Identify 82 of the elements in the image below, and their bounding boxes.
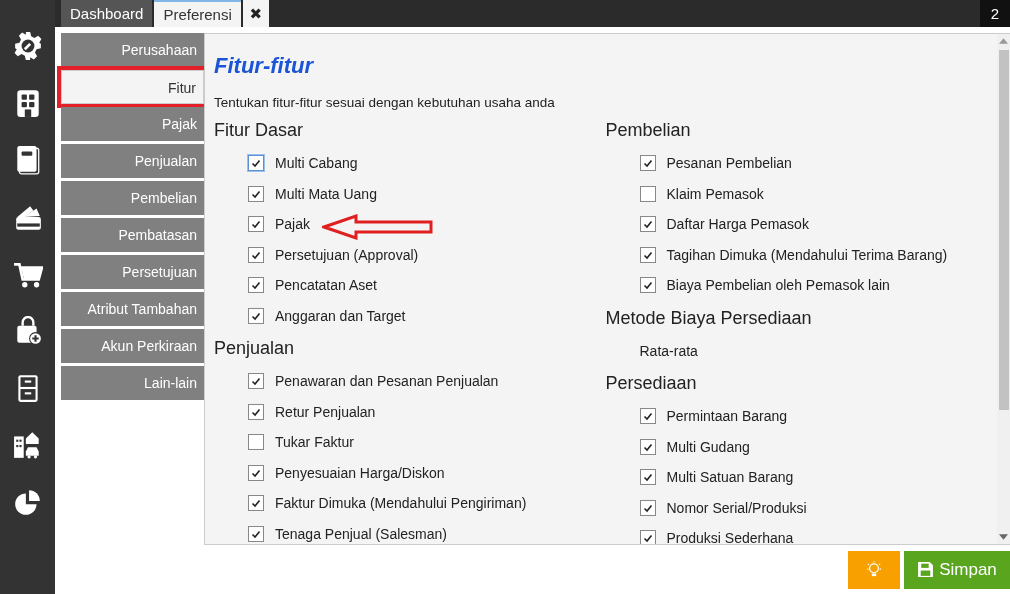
menu-item[interactable]: Pembatasan bbox=[61, 218, 204, 252]
description: Tentukan fitur-fitur sesuai dengan kebutuhan usaha anda bbox=[214, 94, 556, 112]
checkbox-label: Pencatatan Aset bbox=[275, 277, 377, 294]
menu-item[interactable]: Persetujuan bbox=[61, 255, 204, 289]
checkbox-label: Tagihan Dimuka (Mendahului Terima Barang) bbox=[666, 246, 948, 263]
menu-item[interactable]: Penjualan bbox=[61, 144, 204, 178]
checkbox[interactable] bbox=[639, 530, 656, 544]
checkbox-label: Multi Cabang bbox=[275, 155, 358, 172]
checkbox[interactable] bbox=[639, 469, 656, 486]
check-icon bbox=[641, 532, 654, 544]
checkbox[interactable] bbox=[248, 403, 264, 420]
section-heading: Metode Biaya Persediaan bbox=[605, 306, 813, 330]
checkbox-label: Permintaan Barang bbox=[666, 408, 788, 425]
checkbox[interactable] bbox=[248, 464, 264, 481]
check-icon bbox=[641, 471, 654, 484]
menu-item[interactable]: Akun Perkiraan bbox=[61, 329, 204, 363]
checkbox[interactable] bbox=[248, 246, 264, 263]
checkbox-label: Daftar Harga Pemasok bbox=[666, 216, 809, 233]
save-button[interactable]: Simpan bbox=[904, 550, 1010, 589]
checkbox-label: Pesanan Pembelian bbox=[666, 155, 792, 172]
scrollbar[interactable] bbox=[997, 34, 1010, 544]
checkbox[interactable] bbox=[248, 185, 264, 202]
checkbox[interactable] bbox=[639, 246, 656, 263]
checkbox-label: Tenaga Penjual (Salesman) bbox=[275, 525, 447, 542]
checkbox-label: Nomor Serial/Produksi bbox=[666, 499, 807, 516]
checkbox-label: Pajak bbox=[275, 216, 311, 233]
checkbox[interactable] bbox=[639, 185, 656, 202]
checkbox-label: Faktur Dimuka (Mendahului Pengiriman) bbox=[275, 495, 527, 512]
close-tab-button[interactable]: ✖ bbox=[242, 0, 269, 27]
check-icon bbox=[250, 375, 262, 388]
checkbox-label: Multi Gudang bbox=[666, 438, 750, 455]
check-icon bbox=[641, 279, 654, 292]
checkbox[interactable] bbox=[248, 495, 264, 512]
checkbox-label: Produksi Sederhana bbox=[666, 530, 794, 544]
menu-item[interactable]: Pembelian bbox=[61, 181, 204, 215]
method-value: Rata-rata bbox=[639, 342, 698, 359]
scroll-down-icon[interactable] bbox=[999, 534, 1008, 540]
checkbox[interactable] bbox=[248, 525, 264, 542]
checkbox-label: Multi Satuan Barang bbox=[666, 469, 794, 486]
lightbulb-icon bbox=[867, 560, 881, 579]
checkbox[interactable] bbox=[248, 155, 264, 172]
checkbox-label: Retur Penjualan bbox=[275, 403, 376, 420]
section-heading: Penjualan bbox=[214, 337, 296, 360]
check-icon bbox=[250, 218, 262, 231]
check-icon bbox=[641, 157, 654, 170]
gear-icon[interactable] bbox=[12, 31, 43, 61]
checkbox-label: Penyesuaian Harga/Diskon bbox=[275, 464, 445, 481]
checkbox-label: Multi Mata Uang bbox=[275, 185, 377, 202]
tab[interactable]: Dashboard bbox=[61, 0, 153, 27]
tab[interactable]: Preferensi bbox=[154, 0, 241, 27]
check-icon bbox=[641, 218, 654, 231]
menu-item[interactable]: Perusahaan bbox=[61, 33, 204, 67]
checkbox[interactable] bbox=[639, 499, 656, 516]
checkbox-label: Penawaran dan Pesanan Penjualan bbox=[275, 373, 499, 390]
checkbox[interactable] bbox=[639, 438, 656, 455]
page-title: Fitur-fitur bbox=[214, 52, 315, 80]
checkbox[interactable] bbox=[248, 373, 264, 390]
menu-item[interactable]: Pajak bbox=[61, 107, 204, 141]
checkbox-label: Persetujuan (Approval) bbox=[275, 246, 419, 263]
section-heading: Pembelian bbox=[605, 119, 692, 142]
checkbox-label: Biaya Pembelian oleh Pemasok lain bbox=[666, 277, 890, 294]
check-icon bbox=[250, 497, 262, 510]
checkbox[interactable] bbox=[248, 216, 264, 233]
window-count[interactable]: 2 bbox=[980, 0, 1010, 27]
menu-item[interactable]: Atribut Tambahan bbox=[61, 292, 204, 326]
checkbox-label: Klaim Pemasok bbox=[666, 185, 764, 202]
checkbox[interactable] bbox=[639, 277, 656, 294]
check-icon bbox=[250, 157, 262, 170]
checkbox[interactable] bbox=[639, 408, 656, 425]
checkbox[interactable] bbox=[248, 434, 264, 451]
menu-item[interactable]: Lain-lain bbox=[61, 366, 204, 400]
checkbox[interactable] bbox=[248, 307, 264, 324]
section-heading: Persediaan bbox=[605, 372, 698, 395]
check-icon bbox=[250, 279, 262, 292]
check-icon bbox=[641, 410, 654, 423]
checkbox[interactable] bbox=[639, 216, 656, 233]
checkbox[interactable] bbox=[248, 277, 264, 294]
pie-chart-icon[interactable] bbox=[12, 487, 43, 517]
checkbox[interactable] bbox=[639, 155, 656, 172]
checkbox-label: Tukar Faktur bbox=[275, 434, 354, 451]
section-heading: Fitur Dasar bbox=[214, 119, 304, 142]
checkbox-label: Anggaran dan Target bbox=[275, 307, 406, 324]
